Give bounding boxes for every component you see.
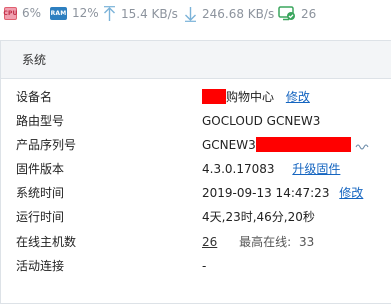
download-arrow-icon bbox=[185, 7, 196, 22]
row-value: - bbox=[202, 259, 207, 273]
row-value: 26 最高在线: 33 bbox=[202, 230, 314, 254]
row-active-connections: 活动连接 - bbox=[0, 254, 391, 278]
row-online-hosts: 在线主机数 26 最高在线: 33 bbox=[0, 230, 391, 254]
row-label: 产品序列号 bbox=[16, 138, 77, 152]
download-value: 246.68 KB/s bbox=[202, 7, 275, 21]
upload-arrow-icon bbox=[104, 6, 115, 21]
row-value: GOCLOUD GCNEW3 bbox=[202, 114, 321, 128]
upgrade-firmware-link[interactable]: 升级固件 bbox=[292, 162, 340, 176]
row-serial-number: 产品序列号 GCNEW3 bbox=[0, 133, 391, 157]
device-check-icon bbox=[278, 6, 295, 21]
row-value: 2019-09-13 14:47:23 修改 bbox=[202, 186, 364, 200]
cpu-stat: CPU 6% bbox=[3, 6, 42, 20]
upload-stat: 15.4 KB/s bbox=[103, 6, 178, 22]
ram-value: 12% bbox=[72, 6, 99, 20]
max-online-label: 最高在线: bbox=[239, 235, 292, 249]
row-label: 活动连接 bbox=[16, 259, 65, 273]
row-label: 系统时间 bbox=[16, 186, 65, 200]
cpu-chip-icon: CPU bbox=[3, 6, 17, 20]
panel-title: 系统 bbox=[1, 41, 391, 79]
row-value: 4天,23时,46分,20秒 bbox=[202, 210, 315, 224]
row-label: 在线主机数 bbox=[16, 235, 77, 249]
row-firmware: 固件版本 4.3.0.17083 升级固件 bbox=[0, 157, 391, 181]
devices-stat: 26 bbox=[278, 6, 316, 21]
ram-chip-icon: RAM bbox=[50, 6, 67, 20]
redaction-bar bbox=[202, 89, 226, 104]
ram-stat: RAM 12% bbox=[50, 6, 99, 20]
online-hosts-link[interactable]: 26 bbox=[202, 235, 217, 249]
row-label: 设备名 bbox=[16, 90, 53, 104]
row-value: GCNEW3 bbox=[202, 133, 369, 157]
cpu-value: 6% bbox=[22, 6, 42, 20]
row-router-model: 路由型号 GOCLOUD GCNEW3 bbox=[0, 109, 391, 133]
row-value: 4.3.0.17083 升级固件 bbox=[202, 162, 341, 176]
status-bar: CPU 6% RAM 12% 15.4 KB/s 246.68 KB/s 26 bbox=[0, 0, 391, 30]
max-online-value: 33 bbox=[298, 235, 315, 249]
edit-device-name-link[interactable]: 修改 bbox=[286, 90, 310, 104]
row-label: 运行时间 bbox=[16, 210, 65, 224]
row-uptime: 运行时间 4天,23时,46分,20秒 bbox=[0, 205, 391, 229]
download-stat: 246.68 KB/s bbox=[184, 6, 274, 22]
row-value: 购物中心 修改 bbox=[202, 85, 310, 109]
row-device-name: 设备名 购物中心 修改 bbox=[0, 85, 391, 109]
row-label: 固件版本 bbox=[16, 162, 65, 176]
upload-value: 15.4 KB/s bbox=[121, 7, 178, 21]
row-system-time: 系统时间 2019-09-13 14:47:23 修改 bbox=[0, 181, 391, 205]
wavy-icon bbox=[355, 144, 369, 150]
row-label: 路由型号 bbox=[16, 114, 65, 128]
edit-system-time-link[interactable]: 修改 bbox=[339, 186, 363, 200]
devices-value: 26 bbox=[301, 6, 317, 21]
redaction-bar bbox=[255, 137, 351, 152]
